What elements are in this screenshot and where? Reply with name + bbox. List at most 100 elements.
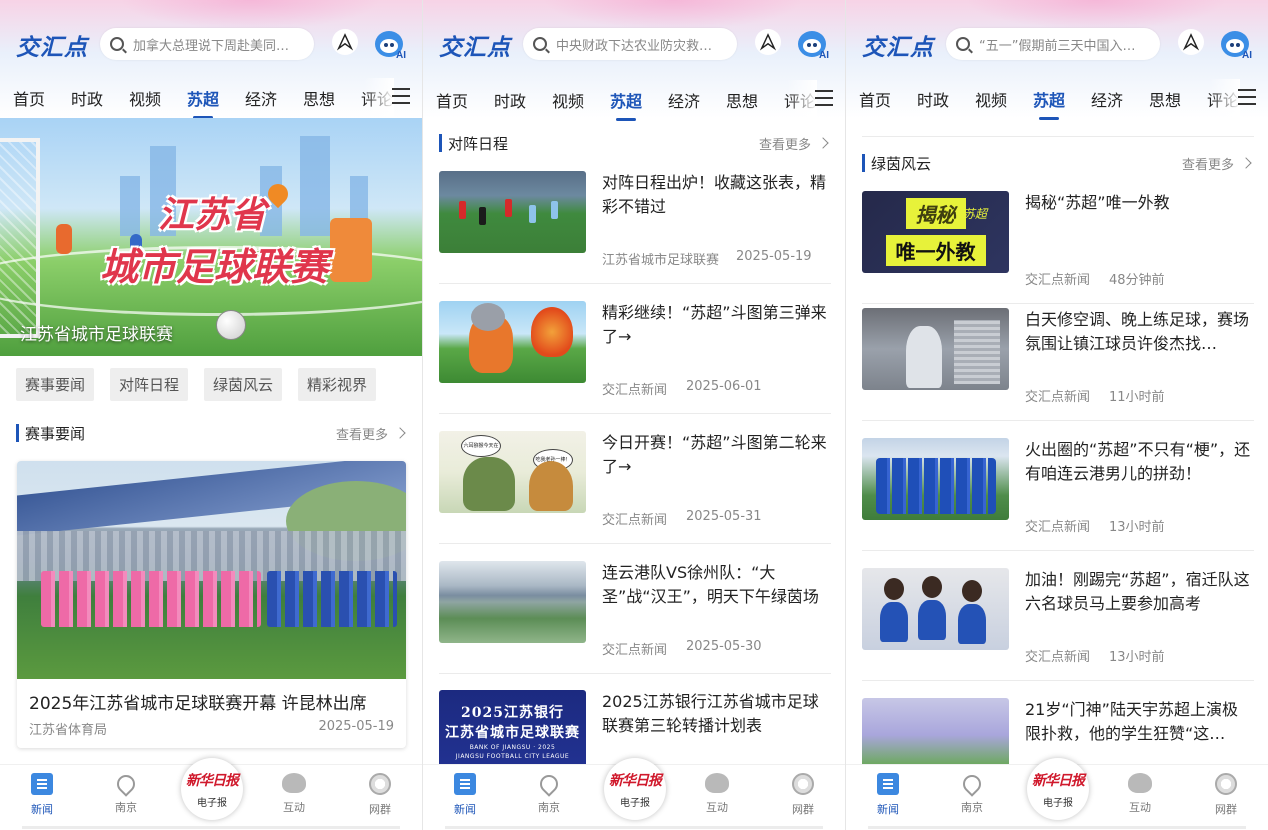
nav-network[interactable]: 网群 bbox=[773, 773, 833, 817]
mascot-head bbox=[471, 303, 505, 331]
thumbnail bbox=[862, 308, 1009, 390]
team-photo bbox=[876, 458, 996, 514]
thumbnail: 揭秘 苏超 唯一外教 bbox=[862, 191, 1009, 273]
search-input[interactable]: “五一”假期前三天中国入… bbox=[946, 28, 1160, 60]
nav-news[interactable]: 新闻 bbox=[435, 773, 495, 817]
list-item[interactable]: 加油！刚踢完“苏超”，宿迁队这六名球员马上要参加高考 交汇点新闻 13小时前 bbox=[862, 568, 1254, 688]
more-link[interactable]: 查看更多 bbox=[336, 424, 408, 443]
hero-title-line1: 江苏省 bbox=[158, 194, 267, 236]
ai-robot-icon[interactable]: AI bbox=[372, 26, 408, 61]
player bbox=[551, 201, 558, 219]
epaper-button[interactable]: 新华日报 电子报 bbox=[604, 758, 666, 820]
student bbox=[958, 604, 986, 644]
svg-text:AI: AI bbox=[396, 50, 406, 60]
tab-politics[interactable]: 时政 bbox=[58, 86, 116, 110]
menu-icon[interactable] bbox=[815, 90, 833, 106]
nav-interact[interactable]: 互动 bbox=[687, 773, 747, 815]
section-bar bbox=[16, 424, 19, 442]
chip-highlights[interactable]: 精彩视界 bbox=[298, 368, 377, 401]
ai-robot-icon[interactable]: AI bbox=[1218, 26, 1254, 61]
chip-green[interactable]: 绿茵风云 bbox=[204, 368, 283, 401]
nav-nanjing[interactable]: 南京 bbox=[942, 771, 1002, 815]
ai-robot-icon[interactable]: AI bbox=[795, 26, 831, 61]
list-item[interactable]: 揭秘 苏超 唯一外教 揭秘“苏超”唯一外教 交汇点新闻 48分钟前 bbox=[862, 191, 1254, 311]
heart-icon bbox=[1128, 773, 1152, 793]
thumb-text: 唯一外教 bbox=[885, 235, 986, 266]
chip-schedule[interactable]: 对阵日程 bbox=[110, 368, 189, 401]
tab-fade bbox=[787, 80, 817, 120]
home-indicator bbox=[22, 826, 400, 829]
app-logo: 交汇点 bbox=[439, 34, 511, 61]
tab-thought[interactable]: 思想 bbox=[1136, 87, 1194, 111]
menu-icon[interactable] bbox=[1238, 89, 1256, 105]
assistant-icon[interactable] bbox=[755, 29, 781, 55]
item-source: 交汇点新闻 bbox=[1025, 390, 1091, 405]
section-header: 对阵日程 查看更多 bbox=[439, 132, 831, 154]
search-input[interactable]: 中央财政下达农业防灾救… bbox=[523, 28, 737, 60]
item-source: 交汇点新闻 bbox=[602, 513, 668, 528]
figure bbox=[463, 457, 515, 511]
search-input[interactable]: 加拿大总理说下周赴美同… bbox=[100, 28, 314, 60]
tab-politics[interactable]: 时政 bbox=[481, 88, 539, 112]
epaper-button[interactable]: 新华日报 电子报 bbox=[181, 758, 243, 820]
nav-label: 互动 bbox=[706, 801, 728, 814]
tab-suchao[interactable]: 苏超 bbox=[597, 88, 655, 121]
tab-economy[interactable]: 经济 bbox=[232, 86, 290, 110]
item-title: 今日开赛！“苏超”斗图第二轮来了→ bbox=[602, 433, 827, 476]
tab-video[interactable]: 视频 bbox=[116, 86, 174, 110]
hero-banner[interactable]: 江苏省 城市足球联赛 江苏省城市足球联赛 bbox=[0, 118, 422, 356]
search-icon bbox=[956, 37, 970, 51]
epaper-label: 电子报 bbox=[197, 798, 227, 809]
nav-label: 新闻 bbox=[31, 803, 53, 816]
nav-interact[interactable]: 互动 bbox=[1110, 773, 1170, 815]
list-item[interactable]: 六耳猕猴今天在哪！ 吃我老孙一棒！ 今日开赛！“苏超”斗图第二轮来了→ 交汇点新… bbox=[439, 431, 831, 551]
tab-politics[interactable]: 时政 bbox=[904, 87, 962, 111]
chip-news[interactable]: 赛事要闻 bbox=[16, 368, 95, 401]
globe-icon bbox=[1215, 773, 1237, 795]
item-time: 48分钟前 bbox=[1109, 273, 1165, 288]
more-link[interactable]: 查看更多 bbox=[759, 134, 831, 153]
newspaper-logo: 新华日报 bbox=[1032, 773, 1085, 789]
assistant-icon[interactable] bbox=[1178, 29, 1204, 55]
featured-card[interactable]: 2025年江苏省城市足球联赛开幕 许昆林出席 江苏省体育局 2025-05-19 bbox=[17, 461, 406, 748]
tab-fade bbox=[1210, 79, 1240, 119]
list-item[interactable]: 连云港队VS徐州队：“大圣”战“汉王”，明天下午绿茵场上… 交汇点新闻 2025… bbox=[439, 561, 831, 681]
assistant-icon[interactable] bbox=[332, 29, 358, 55]
section-title: 对阵日程 bbox=[448, 134, 509, 153]
tab-home[interactable]: 首页 bbox=[846, 87, 904, 111]
nav-news[interactable]: 新闻 bbox=[12, 773, 72, 817]
tab-economy[interactable]: 经济 bbox=[655, 88, 713, 112]
location-icon bbox=[959, 771, 985, 797]
nav-nanjing[interactable]: 南京 bbox=[519, 771, 579, 815]
menu-icon[interactable] bbox=[392, 88, 410, 104]
player bbox=[529, 205, 536, 223]
tab-suchao[interactable]: 苏超 bbox=[1020, 87, 1078, 120]
nav-nanjing[interactable]: 南京 bbox=[96, 771, 156, 815]
list-item[interactable]: 火出圈的“苏超”不只有“梗”，还有咱连云港男儿的拼劲！ 交汇点新闻 13小时前 bbox=[862, 438, 1254, 558]
item-title: 连云港队VS徐州队：“大圣”战“汉王”，明天下午绿茵场上… bbox=[602, 563, 819, 606]
nav-news[interactable]: 新闻 bbox=[858, 773, 918, 817]
thumbnail: 六耳猕猴今天在哪！ 吃我老孙一棒！ bbox=[439, 431, 586, 513]
tab-suchao[interactable]: 苏超 bbox=[174, 86, 232, 119]
tab-video[interactable]: 视频 bbox=[962, 87, 1020, 111]
newspaper-logo: 新华日报 bbox=[609, 773, 662, 789]
tab-home[interactable]: 首页 bbox=[0, 86, 58, 110]
nav-network[interactable]: 网群 bbox=[350, 773, 410, 817]
nav-network[interactable]: 网群 bbox=[1196, 773, 1256, 817]
list-item[interactable]: 白天修空调、晚上练足球，赛场氛围让镇江球员许俊杰找… 交汇点新闻 11小时前 bbox=[862, 308, 1254, 428]
more-link[interactable]: 查看更多 bbox=[1182, 154, 1254, 173]
tab-thought[interactable]: 思想 bbox=[713, 88, 771, 112]
tab-home[interactable]: 首页 bbox=[423, 88, 481, 112]
item-source: 交汇点新闻 bbox=[1025, 273, 1091, 288]
list-item[interactable]: 精彩继续！“苏超”斗图第三弹来了→ 交汇点新闻 2025-06-01 bbox=[439, 301, 831, 421]
list-item[interactable]: 对阵日程出炉！收藏这张表，精彩不错过 江苏省城市足球联赛 2025-05-19 bbox=[439, 171, 831, 291]
featured-source: 江苏省体育局 bbox=[29, 723, 108, 738]
newspaper-logo: 新华日报 bbox=[186, 773, 239, 789]
nav-interact[interactable]: 互动 bbox=[264, 773, 324, 815]
tab-video[interactable]: 视频 bbox=[539, 88, 597, 112]
item-title: 2025江苏银行江苏省城市足球联赛第三轮转播计划表 bbox=[602, 692, 819, 735]
featured-image bbox=[17, 461, 406, 679]
tab-economy[interactable]: 经济 bbox=[1078, 87, 1136, 111]
epaper-button[interactable]: 新华日报 电子报 bbox=[1027, 758, 1089, 820]
tab-thought[interactable]: 思想 bbox=[290, 86, 348, 110]
